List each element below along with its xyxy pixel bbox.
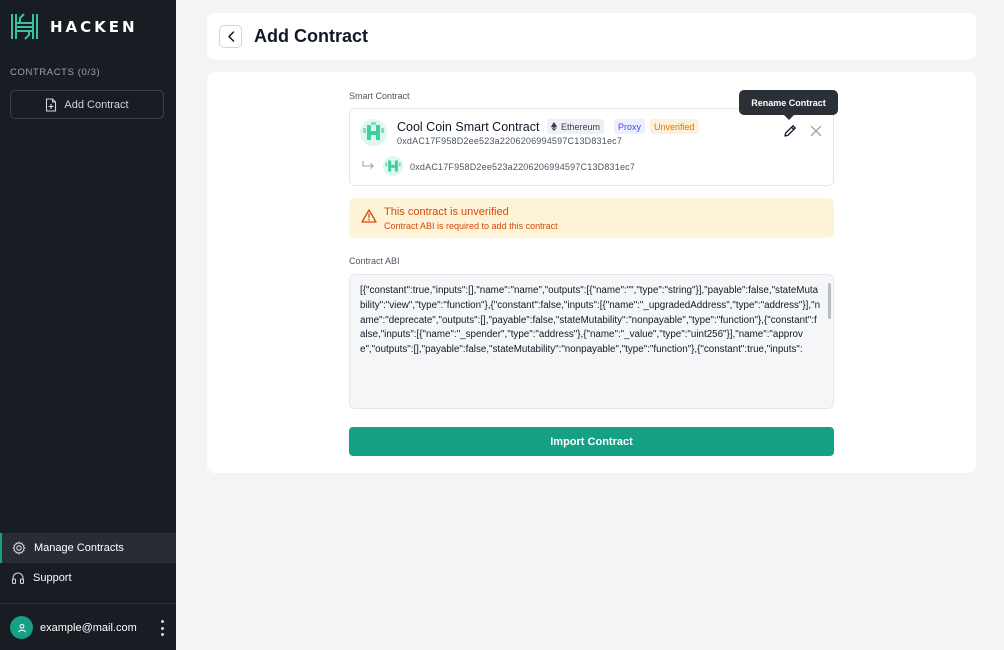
chevron-left-icon: [227, 31, 234, 42]
implementation-avatar: [383, 156, 403, 176]
rename-contract-button[interactable]: [782, 123, 798, 139]
hacken-logo-icon: [11, 13, 38, 40]
more-options-icon[interactable]: [157, 620, 167, 636]
logo[interactable]: HACKEN: [10, 13, 138, 40]
contract-abi-textarea[interactable]: [{"constant":true,"inputs":[],"name":"na…: [349, 274, 834, 409]
user-icon: [17, 623, 26, 632]
sidebar-divider: [0, 603, 176, 604]
remove-contract-button[interactable]: [809, 124, 823, 138]
contract-name: Cool Coin Smart Contract: [397, 120, 540, 134]
corner-arrow-icon: [362, 161, 374, 169]
pencil-icon: [784, 125, 796, 137]
sidebar: HACKEN CONTRACTS (0/3) Add Contract Mana…: [0, 0, 176, 650]
add-contract-form: Smart Contract Cool Coin Smart Contract …: [207, 72, 976, 473]
import-contract-button[interactable]: Import Contract: [349, 427, 834, 456]
network-label: Ethereum: [561, 121, 601, 132]
support-label: Support: [33, 572, 72, 584]
file-plus-icon: [46, 97, 57, 112]
implementation-identicon-icon: [385, 160, 401, 172]
ethereum-icon: [551, 122, 557, 131]
warning-title: This contract is unverified: [384, 206, 509, 218]
back-button[interactable]: [219, 25, 242, 48]
rename-tooltip: Rename Contract: [739, 90, 838, 120]
contract-address: 0xdAC17F958D2ee523a2206206994597C13D831e…: [397, 136, 623, 146]
manage-contracts-label: Manage Contracts: [34, 542, 124, 554]
close-icon: [810, 125, 822, 137]
add-contract-label: Add Contract: [64, 98, 129, 111]
headphones-icon: [11, 572, 25, 585]
page-header: Add Contract: [207, 13, 976, 60]
smart-contract-label: Smart Contract: [349, 91, 410, 101]
contracts-section-title: CONTRACTS (0/3): [10, 67, 101, 78]
sidebar-add-contract-button[interactable]: Add Contract: [10, 90, 164, 119]
avatar: [10, 616, 33, 639]
unverified-warning: This contract is unverified Contract ABI…: [349, 198, 834, 238]
logo-text: HACKEN: [50, 17, 138, 36]
page-title: Add Contract: [254, 26, 368, 46]
contract-abi-value: [{"constant":true,"inputs":[],"name":"na…: [360, 285, 821, 356]
sidebar-item-support[interactable]: Support: [0, 563, 176, 593]
contract-avatar: [360, 119, 387, 146]
contract-card: Cool Coin Smart Contract Ethereum Proxy …: [349, 108, 834, 186]
user-email: example@mail.com: [40, 621, 137, 634]
warning-description: Contract ABI is required to add this con…: [384, 221, 558, 231]
gear-icon: [12, 541, 26, 555]
contract-abi-label: Contract ABI: [349, 256, 400, 266]
user-profile[interactable]: example@mail.com: [10, 616, 137, 639]
network-badge: Ethereum: [547, 119, 605, 134]
proxy-badge: Proxy: [614, 119, 646, 134]
status-badge: Unverified: [650, 119, 699, 134]
implementation-address: 0xdAC17F958D2ee523a2206206994597C13D831e…: [410, 162, 636, 172]
abi-scrollbar[interactable]: [828, 283, 831, 319]
sidebar-item-manage-contracts[interactable]: Manage Contracts: [0, 533, 176, 563]
contract-identicon-icon: [363, 122, 384, 140]
warning-icon: [361, 209, 377, 223]
